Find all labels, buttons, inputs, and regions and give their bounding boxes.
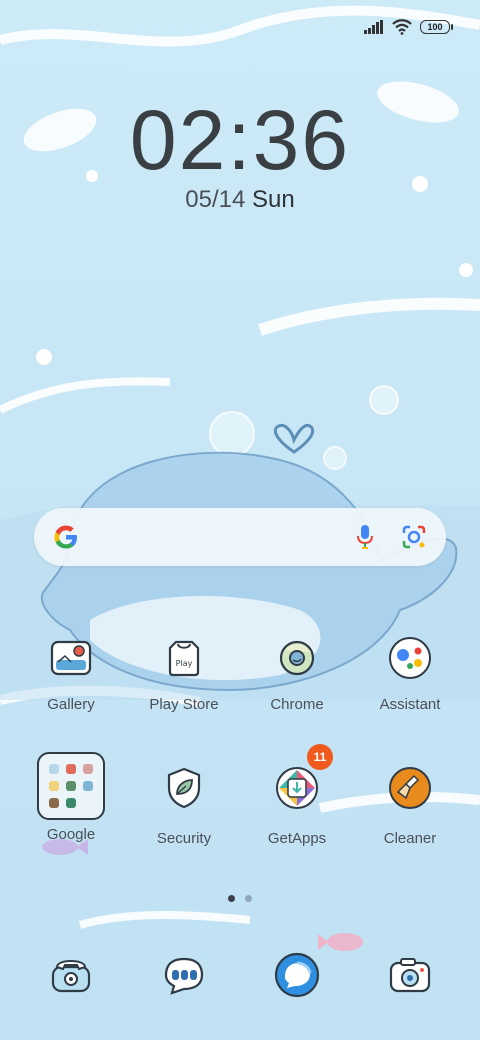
svg-text:Play: Play (176, 659, 193, 668)
cleaner-icon (382, 760, 438, 816)
home-screen: 100 02:36 05/14 Sun Gallery Play Play St… (0, 0, 480, 1040)
status-bar: 100 (364, 16, 453, 38)
app-gallery[interactable]: Gallery (19, 630, 123, 713)
signal-icon (364, 20, 383, 34)
date-text: 05/14 (185, 186, 246, 213)
dock-messages[interactable] (160, 951, 208, 1004)
app-chrome[interactable]: Chrome (245, 630, 349, 713)
dock-camera[interactable] (386, 951, 434, 1004)
app-assistant[interactable]: Assistant (358, 630, 462, 713)
folder-icon (36, 752, 106, 820)
clock-time[interactable]: 02:36 (0, 92, 480, 189)
wifi-icon (392, 19, 412, 35)
google-search-bar[interactable] (34, 508, 446, 566)
app-getapps[interactable]: 11 GetApps (245, 744, 349, 847)
page-dot (245, 895, 252, 902)
folder-google[interactable]: Google (19, 752, 123, 843)
app-label: GetApps (267, 830, 327, 847)
gallery-icon (43, 630, 99, 686)
app-label: Gallery (47, 696, 95, 713)
dock-browser[interactable] (273, 951, 321, 1004)
app-cleaner[interactable]: Cleaner (358, 760, 462, 847)
battery-indicator: 100 (420, 20, 453, 34)
app-label: Security (156, 830, 212, 847)
phone-icon (51, 960, 91, 993)
app-play-store[interactable]: Play Play Store (132, 630, 236, 713)
app-label: Google (46, 826, 96, 843)
app-label: Play Store (149, 696, 219, 713)
messages-icon (164, 957, 204, 995)
page-dot-active (228, 895, 235, 902)
google-g-icon (54, 525, 77, 549)
dock-phone[interactable] (47, 951, 95, 1004)
mic-icon[interactable] (356, 523, 374, 551)
assistant-icon (382, 630, 438, 686)
security-icon (156, 760, 212, 816)
app-label: Chrome (270, 696, 324, 713)
notification-badge: 11 (307, 744, 333, 770)
browser-icon (274, 952, 320, 998)
app-label: Cleaner (383, 830, 437, 847)
chrome-icon (269, 630, 325, 686)
lens-icon[interactable] (400, 523, 428, 551)
day-text: Sun (252, 186, 295, 213)
play-store-icon: Play (156, 630, 212, 686)
clock-date[interactable]: 05/14 Sun (0, 186, 480, 214)
page-indicator[interactable] (228, 895, 252, 902)
app-security[interactable]: Security (132, 760, 236, 847)
app-label: Assistant (379, 696, 441, 713)
getapps-icon: 11 (269, 744, 333, 816)
camera-icon (389, 958, 431, 993)
